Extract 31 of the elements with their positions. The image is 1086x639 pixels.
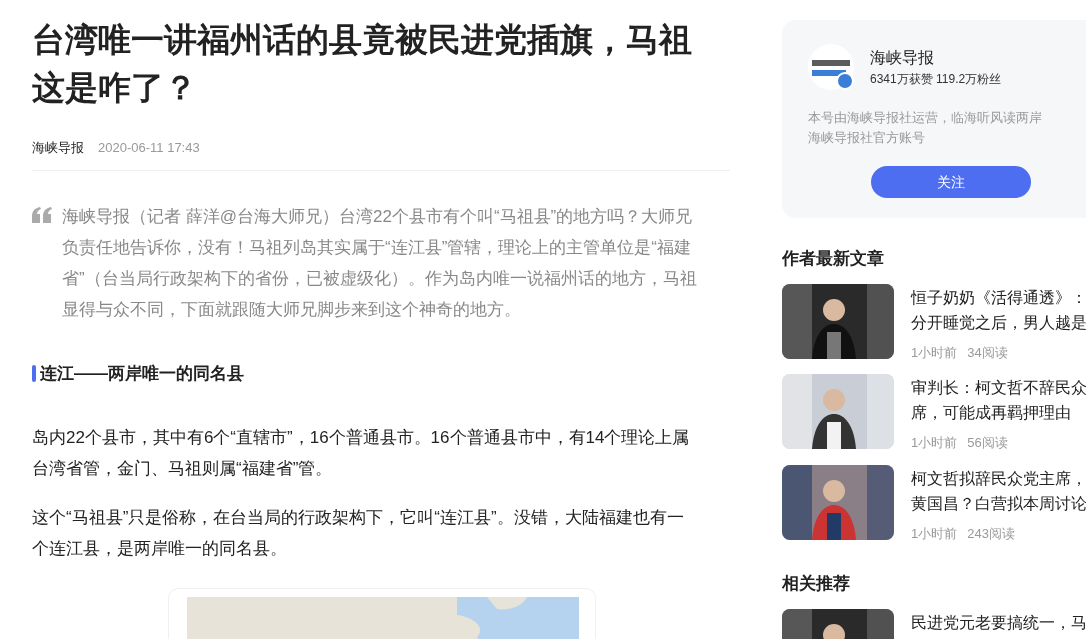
- author-description: 本号由海峡导报社运营，临海听风读两岸: [808, 110, 1043, 127]
- article-item[interactable]: 民进党元老要搞统一，马: [782, 608, 1086, 639]
- author-description: 海峡导报社官方账号: [808, 130, 926, 147]
- article-item[interactable]: 审判长：柯文哲不辞民众 席，可能成再羁押理由 1小时前 56阅读: [782, 374, 1086, 453]
- article-title-link: 审判长：柯文哲不辞民众 席，可能成再羁押理由: [911, 378, 1086, 423]
- article-title-link: 恒子奶奶《活得通透》： 分开睡觉之后，男人越是: [911, 287, 1086, 333]
- quote-icon: [32, 206, 52, 223]
- author-stats: 6341万获赞 119.2万粉丝: [870, 71, 1002, 88]
- article-item[interactable]: 柯文哲拟辞民众党主席， 黄国昌？白营拟本周讨论 1小时前 243阅读: [782, 464, 1086, 543]
- time-ago: 1小时前: [911, 524, 958, 543]
- read-count: 56阅读: [967, 434, 1008, 452]
- heading-bar: [32, 364, 36, 382]
- article-title-link: 柯文哲拟辞民众党主席， 黄国昌？白营拟本周讨论: [911, 468, 1086, 514]
- publish-time: 2020-06-11 17:43: [98, 139, 200, 157]
- read-count: 34阅读: [967, 343, 1008, 362]
- read-count: 243阅读: [967, 524, 1015, 543]
- article-title: 台湾唯一讲福州话的县竟被民进党插旗，马祖这是咋了？: [32, 21, 693, 108]
- body-paragraph: 岛内22个县市，其中有6个“直辖市”，16个普通县市。16个普通县市中，有14个理论上属台湾省管，金门、马祖则属“福建省”管。: [32, 427, 691, 480]
- time-ago: 1小时前: [911, 434, 958, 452]
- section-title: 相关推荐: [782, 573, 851, 595]
- body-paragraph: 这个“马祖县”只是俗称，在台当局的行政架构下，它叫“连江县”。没错，大陆福建也有一个连江县，是两岸唯一的同名县。: [32, 507, 685, 560]
- article-title-link: 民进党元老要搞统一，马: [911, 612, 1086, 633]
- author-name: 海峡导报: [870, 48, 935, 68]
- source-name: 海峡导报: [32, 139, 84, 157]
- article-item[interactable]: 恒子奶奶《活得通透》： 分开睡觉之后，男人越是 1小时前 34阅读: [782, 283, 1086, 362]
- avatar: [808, 44, 854, 90]
- follow-button[interactable]: 关注: [871, 166, 1031, 198]
- time-ago: 1小时前: [911, 343, 958, 362]
- quote-paragraph: 海峡导报（记者 薛洋@台海大师兄）台湾22个县市有个叫“马祖县”的地方吗？大师兄负责任地告诉你，没有！马祖列岛其实属于“连江县”管辖，理论上的主管单位是“福建省”（台当局行政架构下的省份，已被虚级化）。作为岛内唯一说福州话的地方，马祖显得与众不同，下面就跟随大师兄脚步来到这个神奇的地方。: [62, 205, 698, 321]
- section-title: 作者最新文章: [782, 248, 885, 270]
- section-heading: 连江——两岸唯一的同名县: [40, 362, 244, 385]
